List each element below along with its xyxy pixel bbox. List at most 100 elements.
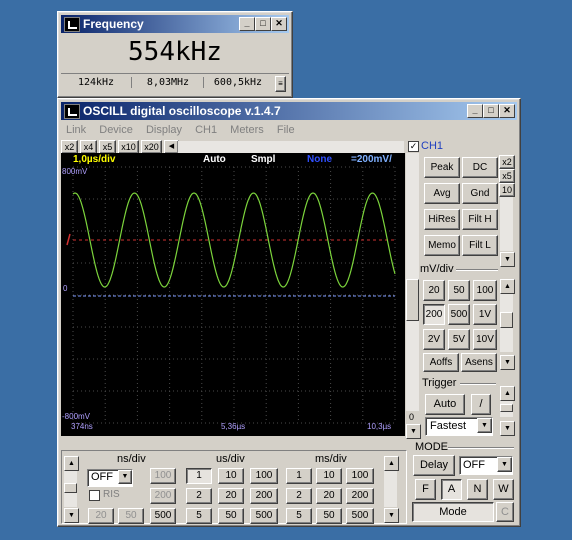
timebase-scroll-down-button[interactable]: ▼ (64, 508, 79, 523)
ns-500-button[interactable]: 500 (150, 508, 176, 524)
minimize-icon[interactable]: _ (467, 104, 483, 118)
zoom-x2-button[interactable]: x2 (61, 140, 78, 154)
ms-10-button[interactable]: 10 (316, 468, 342, 484)
ch1-checkbox[interactable]: ✓ (408, 141, 419, 152)
mv-scroll-thumb[interactable] (500, 312, 513, 328)
timebase-scroll-thumb[interactable] (64, 483, 77, 493)
timebase-scroll-up-button[interactable]: ▲ (64, 456, 79, 471)
trigger-speed-select[interactable]: Fastest ▼ (425, 417, 493, 436)
us-2-button[interactable]: 2 (186, 488, 212, 504)
ms-1-button[interactable]: 1 (286, 468, 312, 484)
ris-checkbox[interactable] (89, 490, 100, 501)
asens-button[interactable]: Asens (461, 353, 497, 372)
mult-x2-button[interactable]: x2 (499, 155, 515, 169)
v-2-button[interactable]: 2V (423, 329, 445, 350)
ms-2-button[interactable]: 2 (286, 488, 312, 504)
aoffs-button[interactable]: Aoffs (423, 353, 459, 372)
mv-100-button[interactable]: 100 (473, 280, 497, 301)
menu-device[interactable]: Device (99, 124, 133, 136)
filt-l-button[interactable]: Filt L (462, 235, 498, 256)
zoom-x4-button[interactable]: x4 (80, 140, 97, 154)
ns-50-button[interactable]: 50 (118, 508, 144, 524)
menu-display[interactable]: Display (146, 124, 182, 136)
zoom-x5-button[interactable]: x5 (99, 140, 116, 154)
mode-w-button[interactable]: W (493, 479, 514, 500)
ms-scrollbar[interactable] (384, 471, 397, 507)
trigger-slope-button[interactable]: / (471, 394, 491, 415)
chevron-down-icon[interactable]: ▼ (477, 418, 492, 433)
ns-20-button[interactable]: 20 (88, 508, 114, 524)
mode-button[interactable]: Mode (412, 502, 494, 522)
close-icon[interactable]: ✕ (271, 17, 287, 31)
us-1-button[interactable]: 1 (186, 468, 212, 484)
hires-button[interactable]: HiRes (424, 209, 460, 230)
ns-100-button[interactable]: 100 (150, 468, 176, 484)
mv-500-button[interactable]: 500 (448, 304, 470, 325)
ms-scroll-down-button[interactable]: ▼ (384, 508, 399, 523)
ms-50-button[interactable]: 50 (316, 508, 342, 524)
ms-100-button[interactable]: 100 (346, 468, 374, 484)
us-20-button[interactable]: 20 (218, 488, 244, 504)
ch1-scrollbar[interactable] (500, 197, 513, 251)
oscilloscope-titlebar[interactable]: OSCILL digital oscilloscope v.1.4.7 _ □ … (61, 102, 517, 120)
gnd-button[interactable]: Gnd (462, 183, 498, 204)
us-500-button[interactable]: 500 (250, 508, 278, 524)
mult-x5-button[interactable]: x5 (499, 169, 515, 183)
mult-10-button[interactable]: 10 (499, 183, 515, 197)
ns-select[interactable]: OFF ▼ (87, 469, 133, 487)
chevron-down-icon[interactable]: ▼ (497, 457, 512, 472)
horizontal-scroll-track[interactable] (178, 141, 404, 153)
mv-50-button[interactable]: 50 (448, 280, 470, 301)
trigger-auto-button[interactable]: Auto (425, 394, 465, 415)
us-100-button[interactable]: 100 (250, 468, 278, 484)
zoom-x20-button[interactable]: x20 (141, 140, 162, 154)
menu-ch1[interactable]: CH1 (195, 124, 217, 136)
v-10-button[interactable]: 10V (473, 329, 497, 350)
menu-meters[interactable]: Meters (230, 124, 264, 136)
zoom-x10-button[interactable]: x10 (118, 140, 139, 154)
delay-button[interactable]: Delay (413, 455, 455, 476)
chevron-down-icon[interactable]: ▼ (118, 470, 132, 484)
ms-20-button[interactable]: 20 (316, 488, 342, 504)
us-5-button[interactable]: 5 (186, 508, 212, 524)
mode-a-button[interactable]: A (441, 479, 462, 500)
maximize-icon[interactable]: □ (483, 104, 499, 118)
readout-toggle-button[interactable]: ≡ (275, 76, 286, 92)
trigger-scroll-down-button[interactable]: ▼ (500, 421, 515, 436)
ms-5-button[interactable]: 5 (286, 508, 312, 524)
mode-n-button[interactable]: N (467, 479, 488, 500)
ms-scroll-up-button[interactable]: ▲ (384, 456, 399, 471)
menu-link[interactable]: Link (66, 124, 86, 136)
ns-200-button[interactable]: 200 (150, 488, 176, 504)
scroll-down-button[interactable]: ▼ (406, 424, 421, 439)
us-10-button[interactable]: 10 (218, 468, 244, 484)
mode-f-button[interactable]: F (415, 479, 436, 500)
mv-scroll-down-button[interactable]: ▼ (500, 355, 515, 370)
mv-scroll-up-button[interactable]: ▲ (500, 279, 515, 294)
v-5-button[interactable]: 5V (448, 329, 470, 350)
v-1-button[interactable]: 1V (473, 304, 497, 325)
frequency-titlebar[interactable]: Frequency _ □ ✕ (61, 15, 289, 33)
us-50-button[interactable]: 50 (218, 508, 244, 524)
ch1-scroll-down-button[interactable]: ▼ (500, 252, 515, 267)
avg-button[interactable]: Avg (424, 183, 460, 204)
trigger-scroll-up-button[interactable]: ▲ (500, 386, 515, 401)
dc-button[interactable]: DC (462, 157, 498, 178)
peak-button[interactable]: Peak (424, 157, 460, 178)
maximize-icon[interactable]: □ (255, 17, 271, 31)
us-200-button[interactable]: 200 (250, 488, 278, 504)
ms-200-button[interactable]: 200 (346, 488, 374, 504)
memo-button[interactable]: Memo (424, 235, 460, 256)
mv-20-button[interactable]: 20 (423, 280, 445, 301)
trigger-scroll-thumb[interactable] (500, 404, 513, 412)
vertical-offset-thumb[interactable] (406, 279, 419, 321)
scroll-left-button[interactable]: ◀ (164, 140, 179, 154)
filt-h-button[interactable]: Filt H (462, 209, 498, 230)
delay-select[interactable]: OFF ▼ (459, 456, 513, 475)
menu-file[interactable]: File (277, 124, 295, 136)
minimize-icon[interactable]: _ (239, 17, 255, 31)
mode-c-button[interactable]: C (496, 502, 514, 522)
mv-200-button[interactable]: 200 (423, 304, 445, 325)
close-icon[interactable]: ✕ (499, 104, 515, 118)
ms-500-button[interactable]: 500 (346, 508, 374, 524)
